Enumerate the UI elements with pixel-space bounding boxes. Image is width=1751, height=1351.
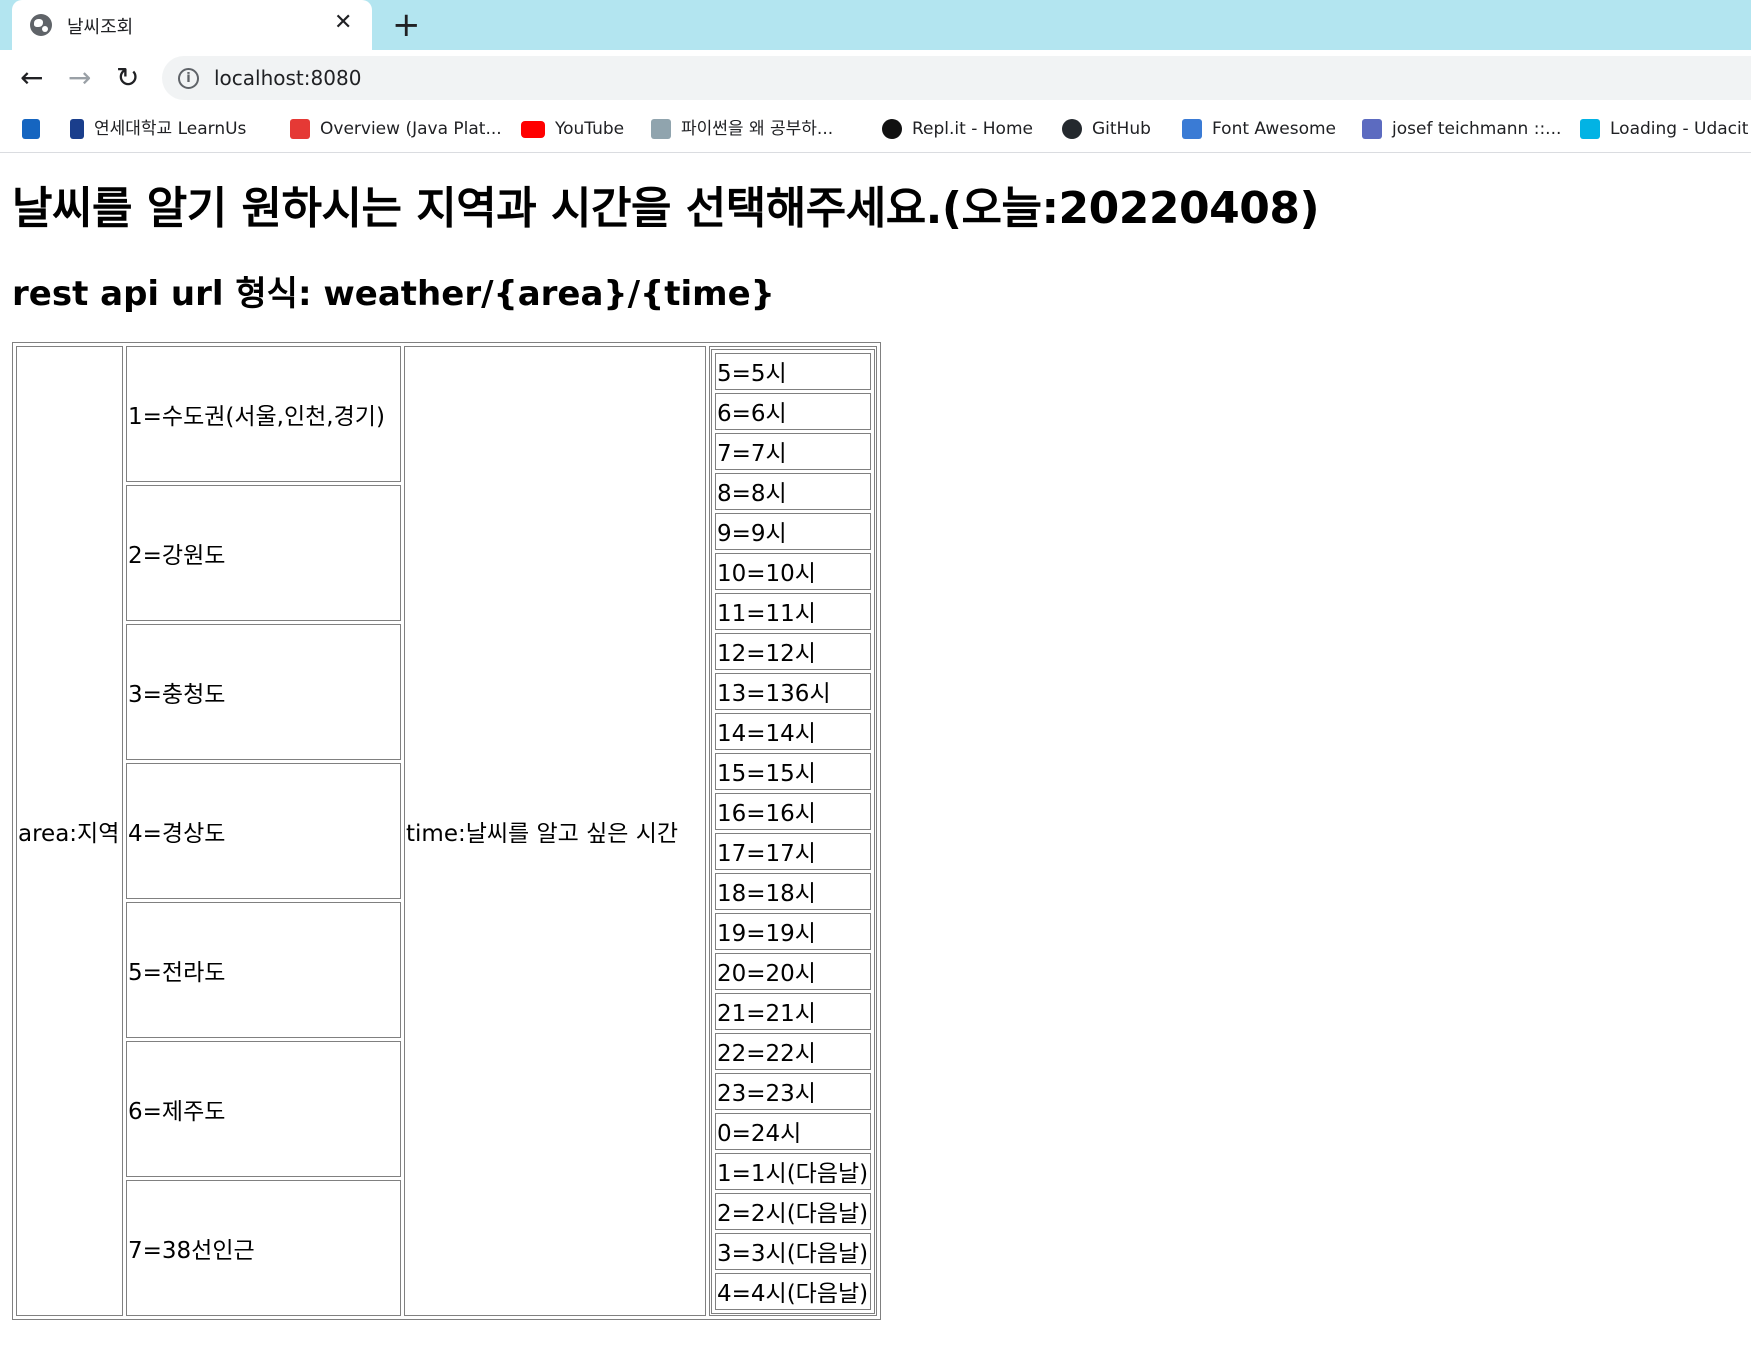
bookmark-icon (651, 119, 671, 139)
region-cell: 5=전라도 (126, 902, 401, 1038)
bookmark-item[interactable]: Font Awesome (1182, 114, 1336, 144)
hour-cell: 18=18시 (715, 872, 871, 910)
bookmark-item[interactable]: Loading - Udacit (1580, 114, 1748, 144)
hour-cell: 13=136시 (715, 672, 871, 710)
bookmark-item[interactable]: YouTube (521, 114, 624, 144)
hour-cell: 4=4시(다음날) (715, 1272, 871, 1310)
bookmark-icon (1362, 119, 1382, 139)
page-title: 날씨를 알기 원하시는 지역과 시간을 선택해주세요.(오늘:20220408) (12, 183, 1320, 234)
reload-icon[interactable]: ↻ (116, 58, 139, 98)
bookmark-item[interactable]: 파이썬을 왜 공부하... (651, 114, 833, 144)
tab-title: 날씨조회 (67, 17, 134, 38)
region-cell: 1=수도권(서울,인천,경기) (126, 346, 401, 482)
hour-cell: 9=9시 (715, 512, 871, 550)
hour-cell: 20=20시 (715, 952, 871, 990)
hour-cell: 12=12시 (715, 632, 871, 670)
browser-toolbar: ← → ↻ i localhost:8080 (0, 50, 1751, 106)
hours-cell: 5=5시 6=6시 7=7시 8=8시 9=9시 10=10시 11=11시 1… (709, 346, 877, 1316)
bookmark-label: josef teichmann ::... (1392, 119, 1562, 139)
hour-cell: 16=16시 (715, 792, 871, 830)
hour-cell: 1=1시(다음날) (715, 1152, 871, 1190)
bookmark-label: Loading - Udacit (1610, 119, 1749, 139)
flag-icon (1182, 119, 1202, 139)
address-bar[interactable]: i localhost:8080 (162, 56, 1751, 100)
bookmark-icon (22, 119, 40, 139)
info-icon[interactable]: i (178, 68, 199, 89)
hour-cell: 21=21시 (715, 992, 871, 1030)
bookmark-label: Repl.it - Home (912, 119, 1033, 139)
area-label-cell: area:지역 (16, 346, 123, 1316)
page-subtitle: rest api url 형식: weather/{area}/{time} (12, 274, 775, 314)
bookmark-label: 연세대학교 LearnUs (94, 119, 247, 139)
hour-cell: 0=24시 (715, 1112, 871, 1150)
bookmark-item[interactable]: 연세대학교 LearnUs (70, 114, 246, 144)
replit-icon (882, 119, 902, 139)
bookmark-item[interactable]: Repl.it - Home (882, 114, 1033, 144)
hour-cell: 11=11시 (715, 592, 871, 630)
bookmark-label: 파이썬을 왜 공부하... (681, 119, 834, 139)
bookmark-item[interactable] (22, 114, 50, 144)
hour-cell: 3=3시(다음날) (715, 1232, 871, 1270)
hour-cell: 14=14시 (715, 712, 871, 750)
globe-icon (30, 14, 52, 36)
info-table: area:지역 1=수도권(서울,인천,경기) time:날씨를 알고 싶은 시… (12, 342, 881, 1320)
hour-cell: 22=22시 (715, 1032, 871, 1070)
bookmark-label: YouTube (555, 119, 625, 139)
hour-cell: 23=23시 (715, 1072, 871, 1110)
bookmarks-bar: 연세대학교 LearnUs Overview (Java Plat... You… (0, 106, 1751, 153)
region-cell: 7=38선인근 (126, 1180, 401, 1316)
hours-table: 5=5시 6=6시 7=7시 8=8시 9=9시 10=10시 11=11시 1… (711, 348, 875, 1314)
hour-cell: 17=17시 (715, 832, 871, 870)
page-content: 날씨를 알기 원하시는 지역과 시간을 선택해주세요.(오늘:20220408)… (0, 152, 1751, 1351)
hour-cell: 7=7시 (715, 432, 871, 470)
bookmark-label: Overview (Java Plat... (320, 119, 502, 139)
region-cell: 4=경상도 (126, 763, 401, 899)
bookmark-item[interactable]: josef teichmann ::... (1362, 114, 1561, 144)
hour-cell: 5=5시 (715, 352, 871, 390)
region-cell: 2=강원도 (126, 485, 401, 621)
hour-cell: 19=19시 (715, 912, 871, 950)
hour-cell: 10=10시 (715, 552, 871, 590)
youtube-icon (521, 120, 545, 138)
udacity-icon (1580, 119, 1600, 139)
bookmark-icon (290, 119, 310, 139)
region-cell: 6=제주도 (126, 1041, 401, 1177)
bookmark-item[interactable]: GitHub (1062, 114, 1151, 144)
bookmark-label: Font Awesome (1212, 119, 1336, 139)
hour-cell: 2=2시(다음날) (715, 1192, 871, 1230)
hour-cell: 15=15시 (715, 752, 871, 790)
url-text[interactable]: localhost:8080 (214, 66, 361, 90)
bookmark-icon (70, 119, 84, 139)
time-label-cell: time:날씨를 알고 싶은 시간 (404, 346, 706, 1316)
hour-cell: 6=6시 (715, 392, 871, 430)
browser-tab[interactable]: 날씨조회 ✕ (12, 0, 372, 50)
github-icon (1062, 119, 1082, 139)
bookmark-item[interactable]: Overview (Java Plat... (290, 114, 502, 144)
close-tab-icon[interactable]: ✕ (334, 10, 352, 35)
hour-cell: 8=8시 (715, 472, 871, 510)
forward-arrow-icon[interactable]: → (68, 58, 91, 98)
tab-strip: 날씨조회 ✕ + (0, 0, 1751, 50)
back-arrow-icon[interactable]: ← (20, 58, 43, 98)
region-cell: 3=충청도 (126, 624, 401, 760)
new-tab-button[interactable]: + (392, 6, 421, 44)
bookmark-label: GitHub (1092, 119, 1151, 139)
